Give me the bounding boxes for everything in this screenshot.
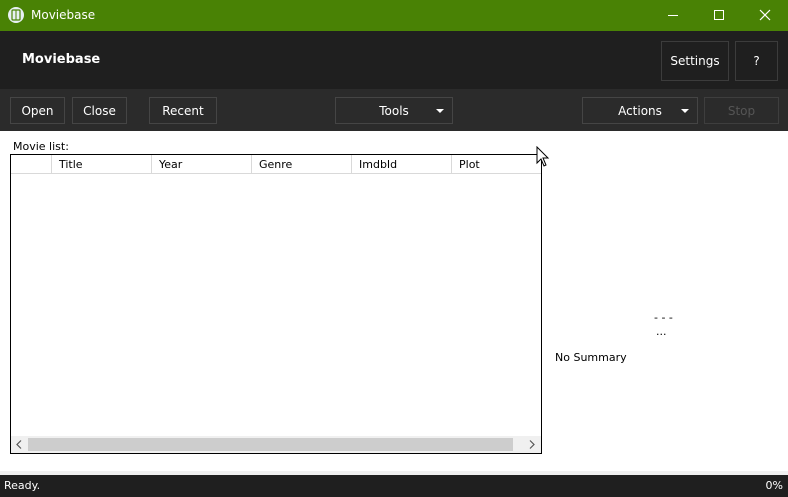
tools-dropdown[interactable]: Tools [335,97,453,124]
window-titlebar[interactable]: Moviebase [0,0,788,31]
minimize-icon [668,15,678,16]
preview-subtitle: ... [656,325,667,338]
progress-percent: 0% [765,479,783,492]
chevron-left-icon[interactable] [15,440,23,449]
actions-dropdown[interactable]: Actions [582,97,698,124]
close-window-button[interactable] [742,0,788,31]
column-header-title[interactable]: Title [52,155,152,174]
column-header-genre[interactable]: Genre [252,155,352,174]
movie-list-label: Movie list: [13,140,69,153]
settings-button[interactable]: Settings [661,41,729,81]
horizontal-scrollbar[interactable] [11,436,541,453]
open-button[interactable]: Open [10,97,65,124]
mouse-cursor-icon [536,146,550,167]
main-panel: Movie list: Title Year Genre ImdbId Plot [0,131,788,471]
chevron-down-icon [681,109,689,113]
recent-button[interactable]: Recent [149,97,217,124]
close-button[interactable]: Close [72,97,127,124]
help-button[interactable]: ? [735,41,778,81]
status-bar: Ready. 0% [0,475,788,497]
grid-header: Title Year Genre ImdbId Plot [11,155,541,174]
maximize-icon [714,10,724,20]
chevron-down-icon [436,109,444,113]
app-logo-icon [8,7,24,23]
status-text: Ready. [4,479,41,492]
column-header-year[interactable]: Year [152,155,252,174]
tools-label: Tools [379,103,409,118]
close-icon [759,9,771,21]
chevron-right-icon[interactable] [528,440,536,449]
stop-button[interactable]: Stop [704,97,779,124]
column-header-imdbid[interactable]: ImdbId [352,155,452,174]
maximize-button[interactable] [696,0,742,31]
actions-label: Actions [618,103,662,118]
toolbar: Open Close Recent Tools Actions Stop [0,89,788,131]
preview-title: - - - [654,311,673,324]
summary-text: No Summary [555,351,627,364]
movie-list-grid[interactable]: Title Year Genre ImdbId Plot [10,154,542,454]
page-title: Moviebase [22,52,101,67]
minimize-button[interactable] [650,0,696,31]
scrollbar-thumb[interactable] [28,438,513,451]
window-title: Moviebase [31,8,96,22]
column-header-plot[interactable]: Plot [452,155,541,174]
app-header: Moviebase Settings ? [0,31,788,89]
column-header-select[interactable] [11,155,52,174]
